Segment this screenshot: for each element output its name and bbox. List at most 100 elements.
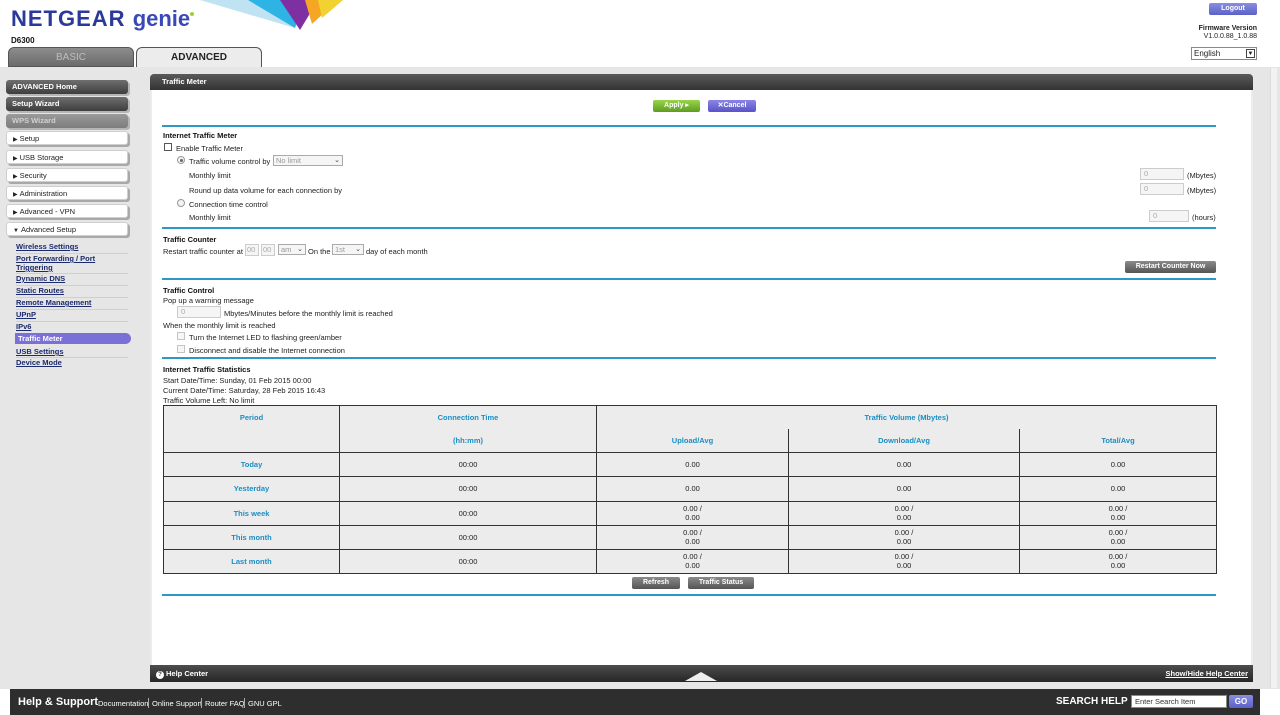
sidebar-item-wireless-settings[interactable]: Wireless Settings: [16, 242, 128, 251]
tab-advanced[interactable]: ADVANCED: [136, 47, 262, 67]
apply-button[interactable]: Apply ▸: [653, 100, 700, 112]
sidebar-menu-usb-storage[interactable]: ▶ USB Storage: [6, 150, 128, 164]
table-row: This week 00:00 0.00 /0.00 0.00 /0.00 0.…: [163, 500, 1218, 526]
sidebar-menu-security[interactable]: ▶ Security: [6, 168, 128, 182]
expand-arrow-icon[interactable]: [685, 672, 717, 681]
sidebar-item-port-forwarding[interactable]: Port Forwarding / Port: [16, 254, 128, 263]
triangle-right-icon: ▶: [13, 210, 18, 216]
sidebar-item-device-mode[interactable]: Device Mode: [16, 358, 128, 367]
period-cell: Today: [163, 452, 340, 478]
sidebar-wps-wizard-button[interactable]: WPS Wizard: [6, 114, 128, 128]
total-header: Total/Avg: [1018, 428, 1218, 454]
search-input[interactable]: Enter Search Item: [1131, 695, 1227, 708]
upload-cell: 0.00 /0.00: [596, 524, 789, 550]
total-cell: 0.00 /0.00: [1018, 524, 1218, 550]
cancel-label: Cancel: [723, 102, 747, 109]
sidebar-menu-label: Setup: [19, 134, 40, 143]
upload-cell: 0.00: [596, 452, 789, 478]
conn-monthly-limit-input[interactable]: 0: [1149, 210, 1189, 222]
volume-control-select[interactable]: No limit ⌄: [273, 155, 343, 166]
volume-control-radio[interactable]: [177, 156, 185, 164]
total-cell: 0.00: [1018, 452, 1218, 478]
when-reached-label: When the monthly limit is reached: [163, 321, 276, 330]
cancel-button[interactable]: ✕Cancel: [708, 100, 756, 112]
enable-traffic-meter-checkbox[interactable]: [164, 143, 172, 151]
sidebar-item-usb-settings[interactable]: USB Settings: [16, 347, 128, 356]
sidebar-item-dynamic-dns[interactable]: Dynamic DNS: [16, 274, 128, 283]
hour-input[interactable]: 00: [245, 244, 259, 256]
help-icon: ?: [156, 671, 164, 679]
total-cell: 0.00: [1018, 476, 1218, 502]
language-value: English: [1194, 49, 1221, 58]
upload-avg: 0.00: [685, 561, 700, 571]
round-up-input[interactable]: 0: [1140, 183, 1184, 195]
sidebar-advanced-home-button[interactable]: ADVANCED Home: [6, 80, 128, 94]
download-value: 0.00: [896, 484, 912, 494]
documentation-link[interactable]: Documentation: [98, 699, 148, 708]
sidebar-item-remote-management[interactable]: Remote Management: [16, 298, 128, 307]
tab-basic[interactable]: BASIC: [8, 47, 134, 67]
page-scrollbar[interactable]: [1270, 68, 1277, 688]
period-cell: This month: [163, 524, 340, 550]
triangle-right-icon: ▶: [13, 174, 18, 180]
brand-main: NETGEAR: [11, 6, 126, 31]
panel-body: Apply ▸ ✕Cancel Internet Traffic Meter E…: [152, 90, 1251, 665]
volume-control-label: Traffic volume control by: [189, 157, 271, 166]
download-value: 0.00 /: [894, 552, 914, 562]
sidebar-item-static-routes[interactable]: Static Routes: [16, 286, 128, 295]
logout-button[interactable]: Logout: [1209, 3, 1257, 15]
download-cell: 0.00: [788, 452, 1020, 478]
sidebar-menu-advanced-setup[interactable]: ▼ Advanced Setup: [6, 222, 128, 236]
refresh-button[interactable]: Refresh: [632, 577, 680, 589]
search-go-button[interactable]: GO: [1229, 695, 1253, 708]
chevron-down-icon: ⌄: [334, 157, 340, 164]
upload-cell: 0.00 /0.00: [596, 500, 789, 526]
chevron-down-icon: ⌄: [297, 246, 303, 253]
disconnect-checkbox[interactable]: [177, 345, 185, 353]
disconnect-label: Disconnect and disable the Internet conn…: [189, 346, 345, 355]
section-divider: [162, 278, 1216, 280]
on-the-label: On the: [308, 247, 331, 256]
sidebar-setup-wizard-button[interactable]: Setup Wizard: [6, 97, 128, 111]
total-avg: 0.00: [1110, 513, 1126, 523]
language-select[interactable]: English ▼: [1191, 47, 1257, 60]
sidebar-menu-administration[interactable]: ▶ Administration: [6, 186, 128, 200]
popup-input[interactable]: 0: [177, 306, 221, 318]
online-support-link[interactable]: Online Support: [152, 699, 202, 708]
mbytes-unit: (Mbytes): [1187, 186, 1217, 195]
sidebar-item-upnp[interactable]: UPnP: [16, 310, 128, 319]
round-up-label: Round up data volume for each connection…: [189, 186, 343, 195]
help-center-toggle[interactable]: ? Help Center: [156, 665, 208, 682]
monthly-limit-label: Monthly limit: [189, 171, 231, 180]
section-divider: [162, 125, 1216, 127]
time-cell: 00:00: [339, 452, 597, 478]
sidebar-menu-setup[interactable]: ▶ Setup: [6, 131, 128, 145]
header: NETGEAR genie D6300 BASIC ADVANCED Logou…: [0, 0, 1280, 68]
sidebar-item-ipv6[interactable]: IPv6: [16, 322, 128, 331]
help-support-bar: Help & Support Documentation Online Supp…: [10, 689, 1260, 715]
restart-counter-label: Restart traffic counter at: [163, 247, 243, 256]
led-checkbox[interactable]: [177, 332, 185, 340]
router-faq-link[interactable]: Router FAQ: [205, 699, 245, 708]
show-hide-help-link[interactable]: Show/Hide Help Center: [1165, 665, 1248, 682]
restart-counter-now-button[interactable]: Restart Counter Now: [1125, 261, 1216, 273]
sidebar-item-port-forwarding-line2[interactable]: Triggering: [16, 263, 128, 272]
divider: [201, 698, 202, 708]
total-value: 0.00 /: [1108, 528, 1128, 538]
ampm-select[interactable]: am ⌄: [278, 244, 306, 255]
period-cell: Last month: [163, 548, 340, 575]
day-select[interactable]: 1st ⌄: [332, 244, 364, 255]
brand-sub: genie: [132, 6, 191, 31]
genie-logo-art-icon: [200, 0, 343, 30]
divider: [148, 698, 149, 708]
connection-time-radio[interactable]: [177, 199, 185, 207]
traffic-status-button[interactable]: Traffic Status: [688, 577, 754, 589]
day-value: 1st: [335, 245, 346, 254]
monthly-limit-input[interactable]: 0: [1140, 168, 1184, 180]
sidebar-menu-advanced-vpn[interactable]: ▶ Advanced - VPN: [6, 204, 128, 218]
sidebar-item-traffic-meter[interactable]: Traffic Meter: [15, 333, 131, 344]
upload-value: 0.00: [685, 484, 700, 494]
upload-value: 0.00: [685, 460, 700, 470]
minute-input[interactable]: 00: [261, 244, 275, 256]
gnu-gpl-link[interactable]: GNU GPL: [248, 699, 282, 708]
